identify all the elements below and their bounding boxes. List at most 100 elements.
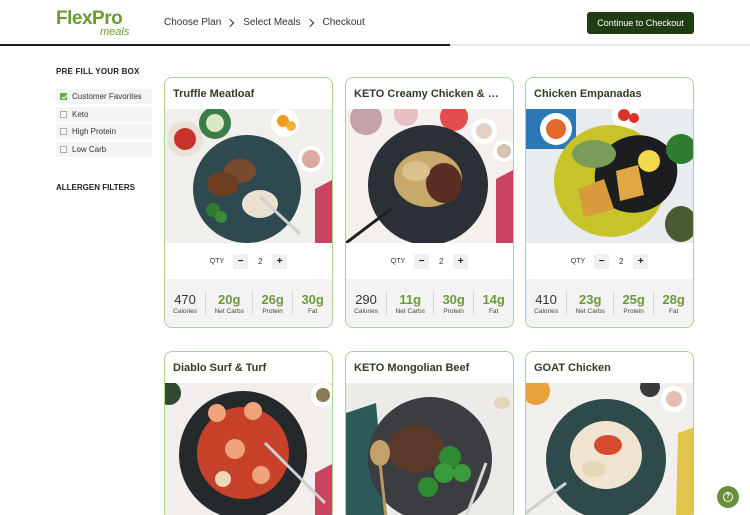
fat-value: 14g (482, 291, 505, 307)
checkbox[interactable] (60, 128, 67, 135)
carbs-value: 11g (399, 291, 422, 307)
decrease-qty-button[interactable]: − (414, 253, 430, 269)
carbs-label: Net Carbs (214, 307, 244, 315)
nutrition-facts: 290 Calories 11g Net Carbs 30g Protein 14g F… (346, 279, 513, 327)
fat-label: Fat (668, 307, 679, 315)
meal-photo[interactable] (165, 109, 332, 243)
divider (433, 291, 435, 315)
fat-label: Fat (307, 307, 318, 315)
quantity-stepper: QTY − 2 + (346, 243, 513, 279)
meal-photo-illustration (346, 383, 513, 515)
checkbox[interactable] (60, 93, 67, 100)
fat-label: Fat (488, 307, 499, 315)
header: FlexPro meals Choose Plan Select Meals C… (0, 0, 750, 46)
meal-photo-illustration (165, 109, 332, 243)
fat-value: 30g (301, 291, 324, 307)
meal-title[interactable]: KETO Creamy Chicken & Bacon (346, 78, 513, 109)
flexpro-logo[interactable]: FlexPro meals (56, 8, 136, 38)
progress-bar (0, 44, 750, 46)
meal-photo[interactable] (346, 109, 513, 243)
calories-value: 410 (535, 291, 557, 307)
meal-photo-illustration (346, 109, 513, 243)
qty-label: QTY (209, 257, 225, 265)
step-select-meals[interactable]: Select Meals (243, 17, 300, 28)
filter-high-protein[interactable]: High Protein (56, 124, 152, 139)
increase-qty-button[interactable]: + (453, 253, 469, 269)
meal-card: GOAT Chicken (525, 351, 694, 515)
protein-stat: 30g Protein (442, 292, 464, 315)
filter-label: Customer Favorites (72, 92, 142, 101)
checkbox[interactable] (60, 110, 67, 118)
carbs-label: Net Carbs (575, 307, 605, 315)
allergen-filters-title[interactable]: ALLERGEN FILTERS (56, 183, 156, 192)
filter-low-carb[interactable]: Low Carb (56, 141, 152, 157)
continue-to-checkout-button[interactable]: Continue to Checkout (587, 12, 694, 34)
meal-title[interactable]: Diablo Surf & Turf (165, 352, 332, 383)
carbs-stat: 20g Net Carbs (215, 292, 244, 315)
filter-label: High Protein (72, 127, 117, 136)
meal-title[interactable]: Truffle Meatloaf (165, 78, 332, 109)
filter-label: Keto (72, 109, 89, 119)
protein-stat: 26g Protein (261, 292, 283, 315)
divider (292, 291, 294, 315)
logo-subtitle: meals (100, 26, 130, 38)
calories-label: Calories (534, 307, 558, 315)
calories-stat: 470 Calories (173, 292, 197, 315)
nutrition-facts: 470 Calories 20g Net Carbs 26g Protein 30g F… (165, 279, 332, 327)
step-checkout[interactable]: Checkout (323, 17, 365, 28)
filter-keto[interactable]: Keto (56, 106, 152, 122)
meal-photo[interactable] (526, 109, 693, 243)
quantity-stepper: QTY − 2 + (526, 243, 693, 279)
protein-label: Protein (623, 307, 644, 315)
fat-stat: 28g Fat (662, 292, 684, 315)
divider (613, 291, 615, 315)
meal-card: KETO Creamy Chicken & Bacon QTY − 2 + 29… (345, 77, 514, 328)
calories-value: 470 (174, 291, 196, 307)
calories-label: Calories (354, 307, 378, 315)
question-icon: ? (723, 492, 733, 502)
page: FlexPro meals Choose Plan Select Meals C… (0, 0, 750, 515)
meal-photo[interactable] (346, 383, 513, 515)
chevron-right-icon (305, 18, 314, 27)
divider (653, 291, 655, 315)
increase-qty-button[interactable]: + (272, 253, 288, 269)
protein-value: 30g (442, 291, 465, 307)
carbs-stat: 11g Net Carbs (396, 292, 425, 315)
meal-photo-illustration (526, 383, 693, 515)
step-choose-plan[interactable]: Choose Plan (164, 17, 221, 28)
checkbox[interactable] (60, 145, 67, 153)
calories-stat: 410 Calories (534, 292, 558, 315)
calories-label: Calories (173, 307, 197, 315)
decrease-qty-button[interactable]: − (594, 253, 610, 269)
carbs-stat: 23g Net Carbs (576, 292, 605, 315)
meal-photo[interactable] (526, 383, 693, 515)
help-button[interactable]: ? (717, 486, 739, 508)
meal-title[interactable]: Chicken Empanadas (526, 78, 693, 109)
protein-label: Protein (443, 307, 464, 315)
meal-card: Chicken Empanadas QTY − 2 + 410 Calories… (525, 77, 694, 328)
filter-customer-favorites[interactable]: Customer Favorites (56, 89, 152, 104)
meal-card: Truffle Meatloaf QTY − 2 + 470 Calories … (164, 77, 333, 328)
divider (205, 291, 207, 315)
qty-value: 2 (257, 256, 263, 266)
filter-list: Customer Favorites Keto High Protein Low… (56, 89, 156, 157)
protein-value: 25g (622, 291, 645, 307)
divider (566, 291, 568, 315)
fat-value: 28g (662, 291, 685, 307)
filter-label: Low Carb (72, 144, 107, 154)
qty-label: QTY (390, 257, 406, 265)
calories-stat: 290 Calories (354, 292, 378, 315)
meal-title[interactable]: KETO Mongolian Beef (346, 352, 513, 383)
calories-value: 290 (355, 291, 377, 307)
decrease-qty-button[interactable]: − (233, 253, 249, 269)
qty-label: QTY (570, 257, 586, 265)
meal-title[interactable]: GOAT Chicken (526, 352, 693, 383)
meal-photo[interactable] (165, 383, 332, 515)
checkout-steps: Choose Plan Select Meals Checkout (164, 17, 365, 28)
chevron-right-icon (226, 18, 235, 27)
meal-card: Diablo Surf & Turf (164, 351, 333, 515)
protein-label: Protein (262, 307, 283, 315)
increase-qty-button[interactable]: + (633, 253, 649, 269)
progress-fill (0, 44, 450, 46)
carbs-value: 20g (218, 291, 241, 307)
